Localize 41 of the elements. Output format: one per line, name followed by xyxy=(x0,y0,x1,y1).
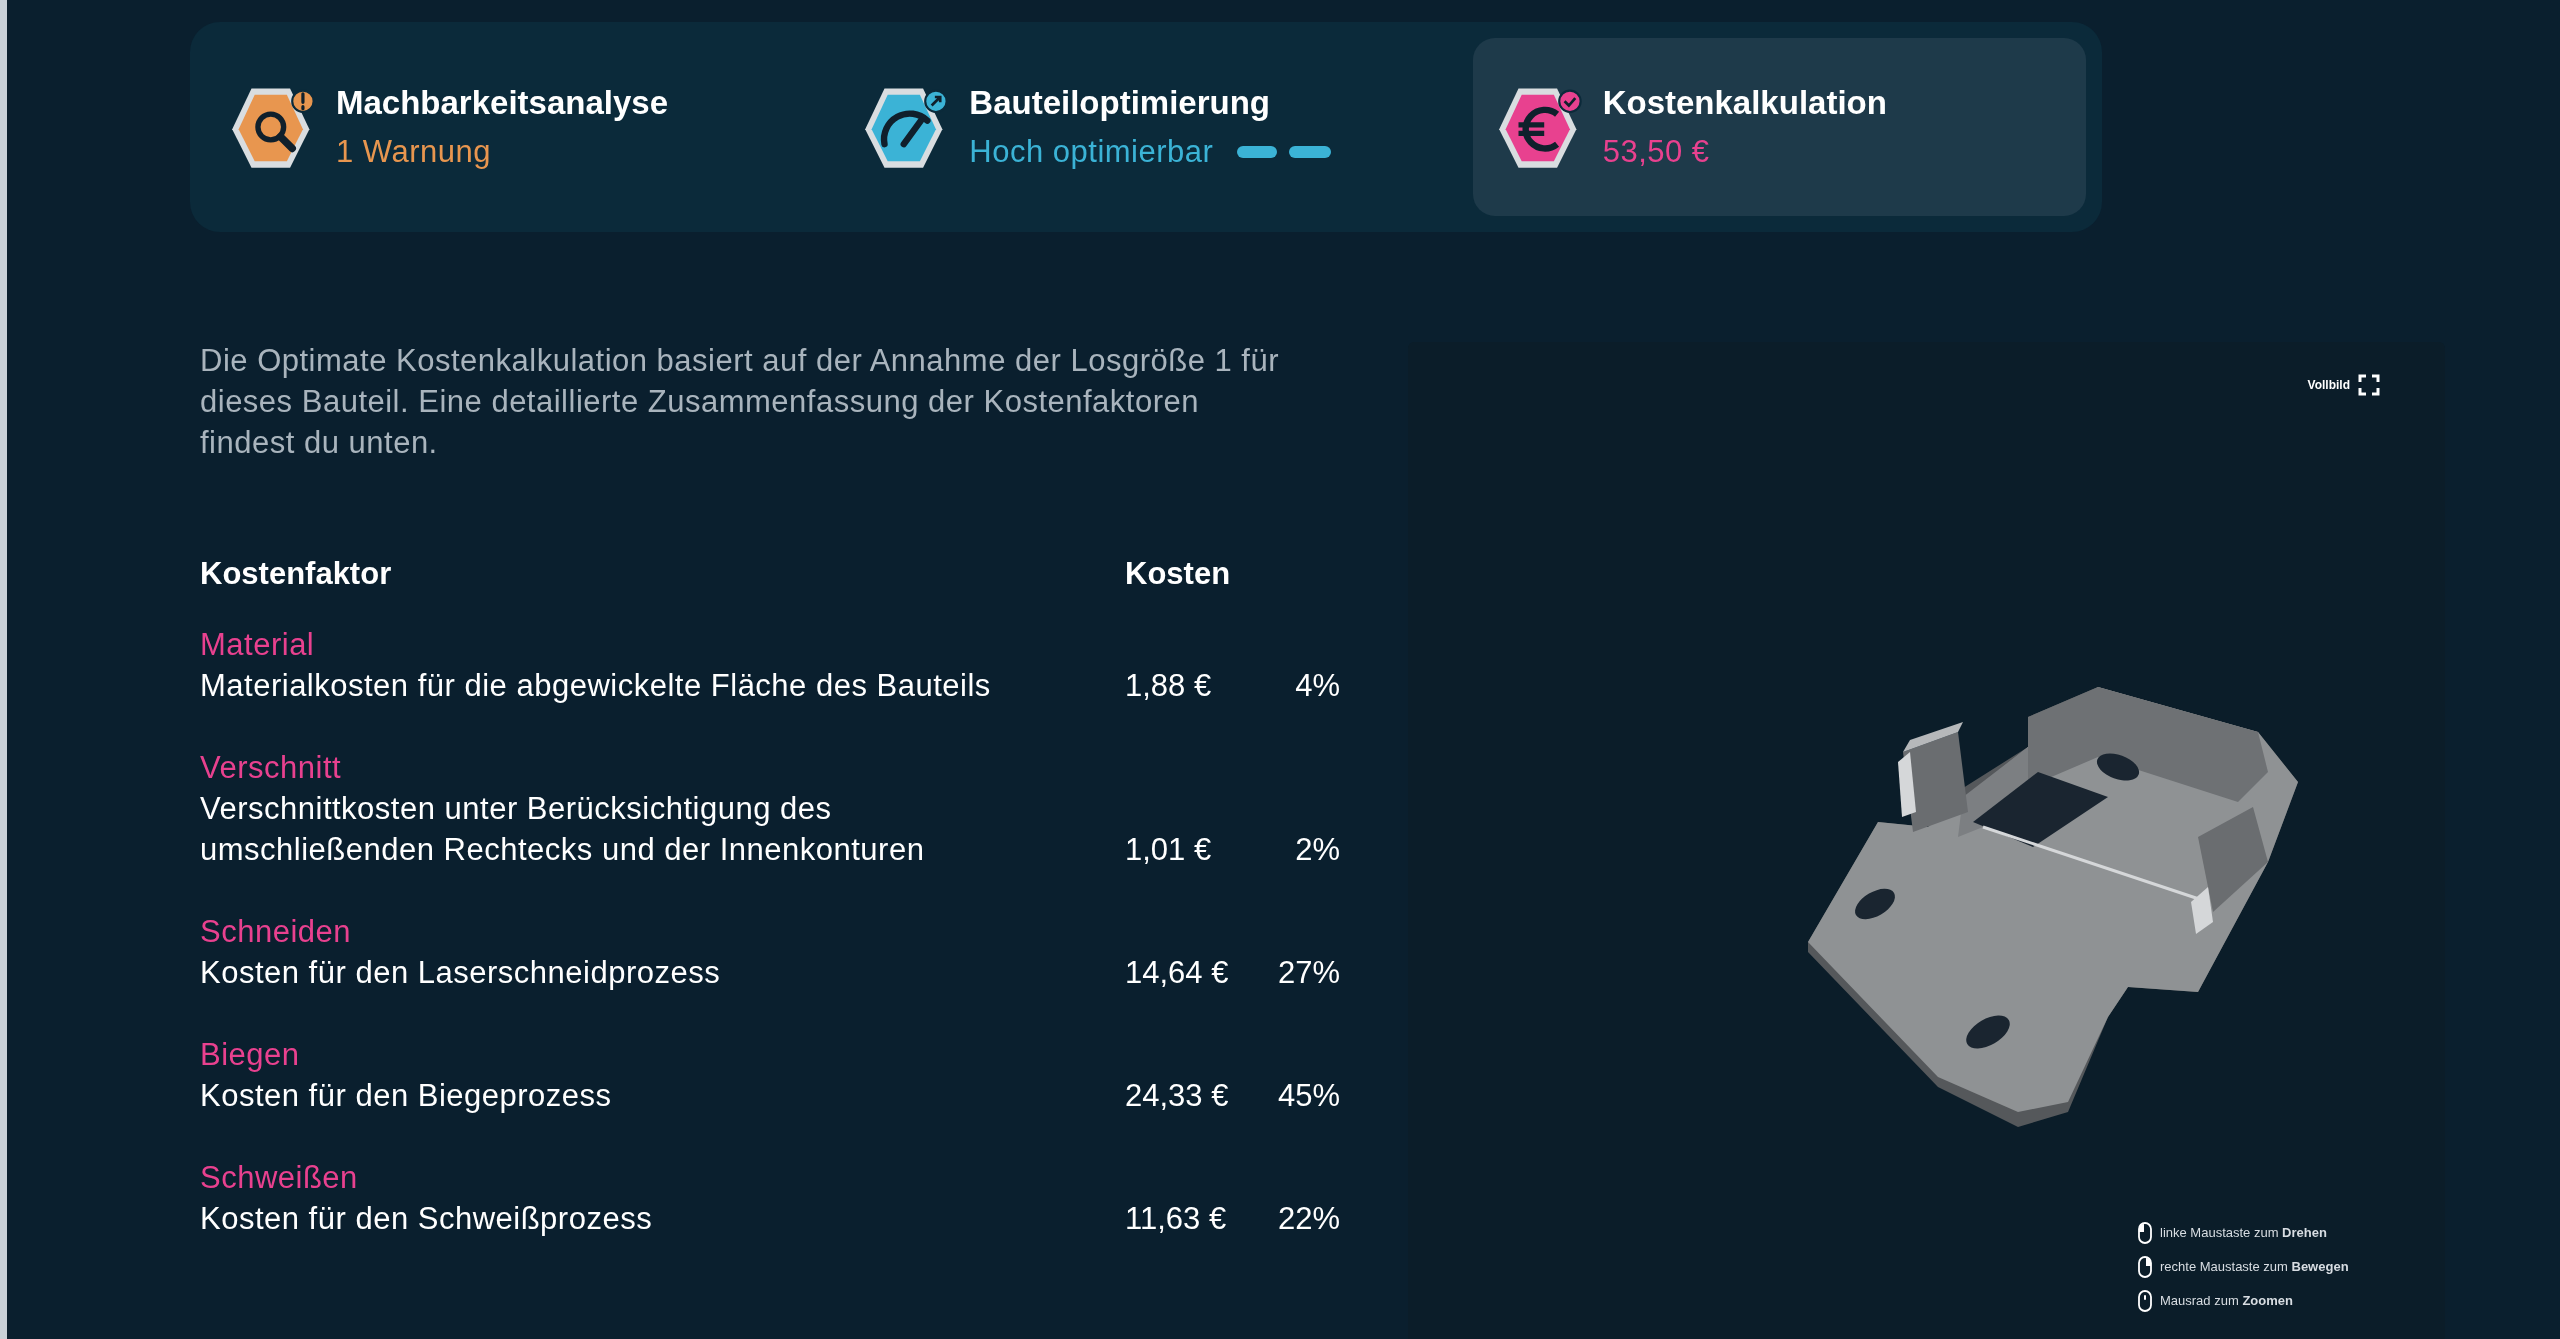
cost-value: 24,33 € xyxy=(1125,1077,1230,1115)
cost-factor-description: Kosten für den Biegeprozess xyxy=(200,1077,613,1115)
tab-status: 53,50 € xyxy=(1602,133,1710,171)
cost-value: 11,63 € xyxy=(1125,1200,1228,1238)
cost-factor-name: Biegen xyxy=(200,1036,301,1074)
cost-share: 2% xyxy=(1294,831,1340,869)
cost-factor-description: Materialkosten für die abgewickelte Fläche des Bauteils xyxy=(200,667,992,705)
tab-status: 1 Warnung xyxy=(336,133,491,171)
status-tab[interactable]: Kostenkalkulation 53,50 € xyxy=(1472,38,2086,216)
tab-title: Bauteiloptimierung xyxy=(969,83,1271,123)
fullscreen-label: Vollbild xyxy=(2307,377,2350,394)
cost-factor-name: Schneiden xyxy=(200,913,352,951)
cost-value: 14,64 € xyxy=(1125,954,1230,992)
cost-share: 27% xyxy=(1276,954,1340,992)
mouse-icon xyxy=(2138,1256,2152,1278)
column-header: Kostenfaktor xyxy=(200,555,393,593)
cost-factor-description: Kosten für den Schweißprozess xyxy=(200,1200,654,1238)
cost-factor-description: Verschnittkosten unter Berücksichtigung des umschließenden Rechtecks und der Innenkonturen xyxy=(200,790,926,869)
cost-factor-description: Kosten für den Laserschneidprozess xyxy=(200,954,722,992)
tab-title: Kostenkalkulation xyxy=(1602,83,1887,123)
cost-share: 45% xyxy=(1276,1077,1340,1115)
cost-value: 1,01 € xyxy=(1125,831,1213,869)
cost-value: 1,88 € xyxy=(1125,667,1213,705)
status-tab[interactable]: Machbarkeitsanalyse 1 Warnung xyxy=(206,38,820,216)
control-hint: linke Maustaste zum Drehen xyxy=(2160,1224,2327,1243)
control-hint: Mausrad zum Zoomen xyxy=(2160,1292,2293,1311)
mouse-icon xyxy=(2138,1222,2152,1244)
cost-share: 4% xyxy=(1294,667,1340,705)
fullscreen-icon[interactable] xyxy=(2358,374,2380,396)
status-tab[interactable]: Bauteiloptimierung Hoch optimierbar xyxy=(839,38,1453,216)
cost-factor-name: Verschnitt xyxy=(200,749,343,787)
intro-paragraph: Die Optimate Kostenkalkulation basiert auf der Annahme der Losgröße 1 für dieses Bauteil. Eine detaillierte Zusammenfassung der Kostenfaktoren findest du unten. xyxy=(200,342,1281,462)
column-header: Kosten xyxy=(1125,555,1232,593)
control-hint: rechte Maustaste zum Bewegen xyxy=(2160,1258,2349,1277)
rating-dashes-icon xyxy=(1237,145,1334,159)
tab-title: Machbarkeitsanalyse xyxy=(336,83,668,123)
cost-factor-name: Material xyxy=(200,626,316,664)
tab-status: Hoch optimierbar xyxy=(969,133,1214,171)
cost-factor-name: Schweißen xyxy=(200,1159,359,1197)
cost-share: 22% xyxy=(1276,1200,1340,1238)
mouse-icon xyxy=(2138,1290,2152,1312)
